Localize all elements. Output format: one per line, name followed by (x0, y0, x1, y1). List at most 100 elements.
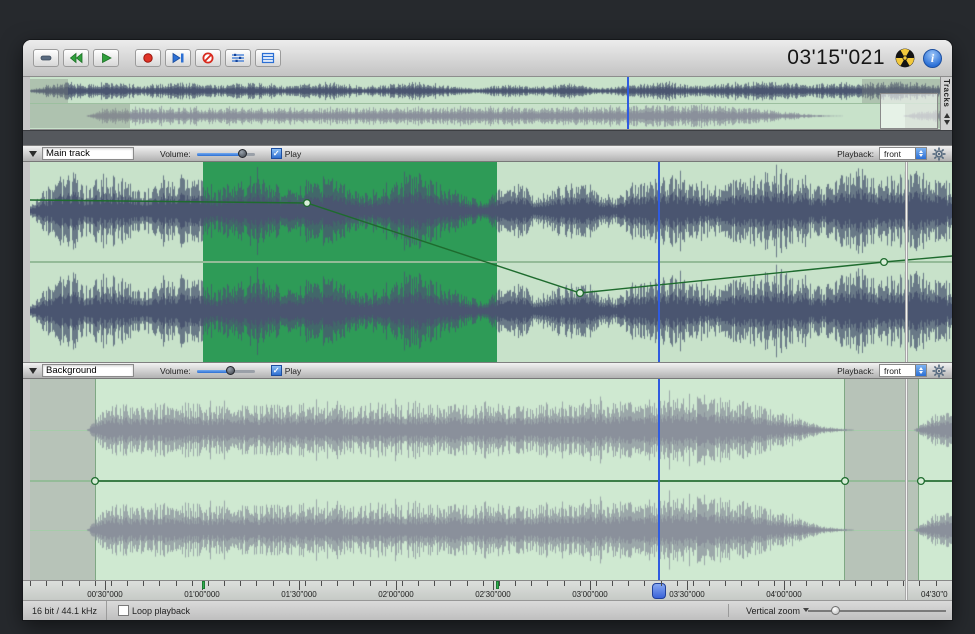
tracks-scrollbar[interactable]: Tracks (940, 77, 952, 130)
selection-boundary-marker (496, 581, 499, 589)
goto-end-icon (171, 52, 185, 64)
cancel-recording-button[interactable] (195, 49, 221, 67)
playback-stepper[interactable] (915, 148, 926, 159)
play-button[interactable] (93, 49, 119, 67)
ruler-time-label: 04'30"0 (921, 590, 952, 599)
playback-dropdown[interactable]: front (879, 364, 927, 377)
selection-boundary-marker (202, 581, 205, 589)
ruler-tick (919, 581, 920, 586)
ruler-tick (936, 581, 937, 586)
play-checkbox[interactable]: ✓ (271, 365, 282, 376)
playback-label: Playback: (837, 149, 874, 159)
view-splitter[interactable] (905, 162, 908, 600)
rewind-button[interactable] (63, 49, 89, 67)
envelope-line[interactable] (30, 200, 952, 293)
volume-slider[interactable] (197, 366, 255, 376)
slider-thumb[interactable] (831, 606, 840, 615)
stop-button[interactable] (33, 49, 59, 67)
info-button[interactable]: i (923, 49, 942, 68)
volume-envelope-main[interactable] (30, 162, 952, 362)
ruler-tick (46, 581, 47, 586)
scroll-down-icon[interactable] (944, 120, 950, 128)
play-label: Play (285, 149, 302, 159)
overview-playhead (627, 77, 629, 130)
ruler-time-label: 03'00"000 (566, 590, 614, 599)
ruler-major-tick (493, 581, 494, 590)
scroll-up-icon[interactable] (944, 110, 950, 118)
rewind-icon (69, 52, 83, 64)
track-name-field[interactable] (42, 364, 134, 377)
playback-dropdown[interactable]: front (879, 147, 927, 160)
burn-button[interactable] (895, 48, 915, 68)
envelope-handle[interactable] (918, 478, 925, 485)
envelope-handle[interactable] (304, 200, 311, 207)
track-background-waveform-area[interactable] (30, 379, 952, 580)
track-header-main: Volume: ✓ Play Playback: front (23, 145, 952, 162)
volume-slider[interactable] (197, 149, 255, 159)
ruler-tick (386, 581, 387, 586)
ruler-tick (143, 581, 144, 586)
ruler-tick (693, 581, 694, 586)
loop-playback-checkbox[interactable] (118, 605, 129, 616)
ruler-tick (402, 581, 403, 586)
gear-icon[interactable] (932, 147, 946, 161)
play-checkbox[interactable]: ✓ (271, 148, 282, 159)
ruler-tick (725, 581, 726, 586)
goto-end-button[interactable] (165, 49, 191, 67)
ruler-time-label: 01'00"000 (178, 590, 226, 599)
play-icon (99, 52, 113, 64)
ruler-tick (127, 581, 128, 586)
ruler-tick (499, 581, 500, 586)
ruler-tick (30, 581, 31, 586)
gear-icon[interactable] (932, 364, 946, 378)
stop-icon (39, 52, 53, 64)
slider-thumb[interactable] (238, 149, 247, 158)
envelope-handle[interactable] (577, 290, 584, 297)
track-name-field[interactable] (42, 147, 134, 160)
envelope-handle[interactable] (842, 478, 849, 485)
ruler-tick (741, 581, 742, 586)
overview-view-rect[interactable] (880, 93, 938, 129)
ruler-tick (871, 581, 872, 586)
ruler-tick (467, 581, 468, 586)
overview-navigator[interactable] (30, 77, 940, 130)
ruler-tick (305, 581, 306, 586)
sample-format: 16 bit / 44.1 kHz (23, 601, 107, 620)
ruler-tick (370, 581, 371, 586)
disclosure-triangle-icon[interactable] (29, 368, 37, 374)
equalizer-button[interactable] (225, 49, 251, 67)
volume-label: Volume: (160, 149, 191, 159)
track-header-background: Volume: ✓ Play Playback: front (23, 362, 952, 379)
ruler-tick (192, 581, 193, 586)
disclosure-triangle-icon[interactable] (29, 151, 37, 157)
ruler-tick (79, 581, 80, 586)
ruler-tick (515, 581, 516, 586)
ruler-tick (580, 581, 581, 586)
ruler-tick (418, 581, 419, 586)
envelope-handle[interactable] (881, 259, 888, 266)
ruler-tick (709, 581, 710, 586)
pane-divider (23, 130, 952, 145)
tracks-window-button[interactable] (255, 49, 281, 67)
ruler-tick (224, 581, 225, 586)
ruler-tick (111, 581, 112, 586)
overview-row-divider (30, 103, 940, 104)
slider-thumb[interactable] (226, 366, 235, 375)
ruler-time-label: 00'30"000 (81, 590, 129, 599)
track-main-waveform-area[interactable] (30, 162, 952, 362)
playback-label: Playback: (837, 366, 874, 376)
volume-envelope-background[interactable] (30, 379, 952, 580)
ruler-major-tick (784, 581, 785, 590)
ruler-tick (208, 581, 209, 586)
ruler-tick (337, 581, 338, 586)
time-ruler[interactable]: 00'30"00001'00"00001'30"00002'00"00002'3… (23, 580, 952, 600)
vertical-zoom-slider[interactable] (808, 601, 946, 621)
ruler-major-tick (299, 581, 300, 590)
ruler-tick (887, 581, 888, 586)
ruler-tick (273, 581, 274, 586)
envelope-handle[interactable] (92, 478, 99, 485)
playback-stepper[interactable] (915, 365, 926, 376)
record-icon (141, 52, 155, 64)
ruler-tick (677, 581, 678, 586)
record-button[interactable] (135, 49, 161, 67)
